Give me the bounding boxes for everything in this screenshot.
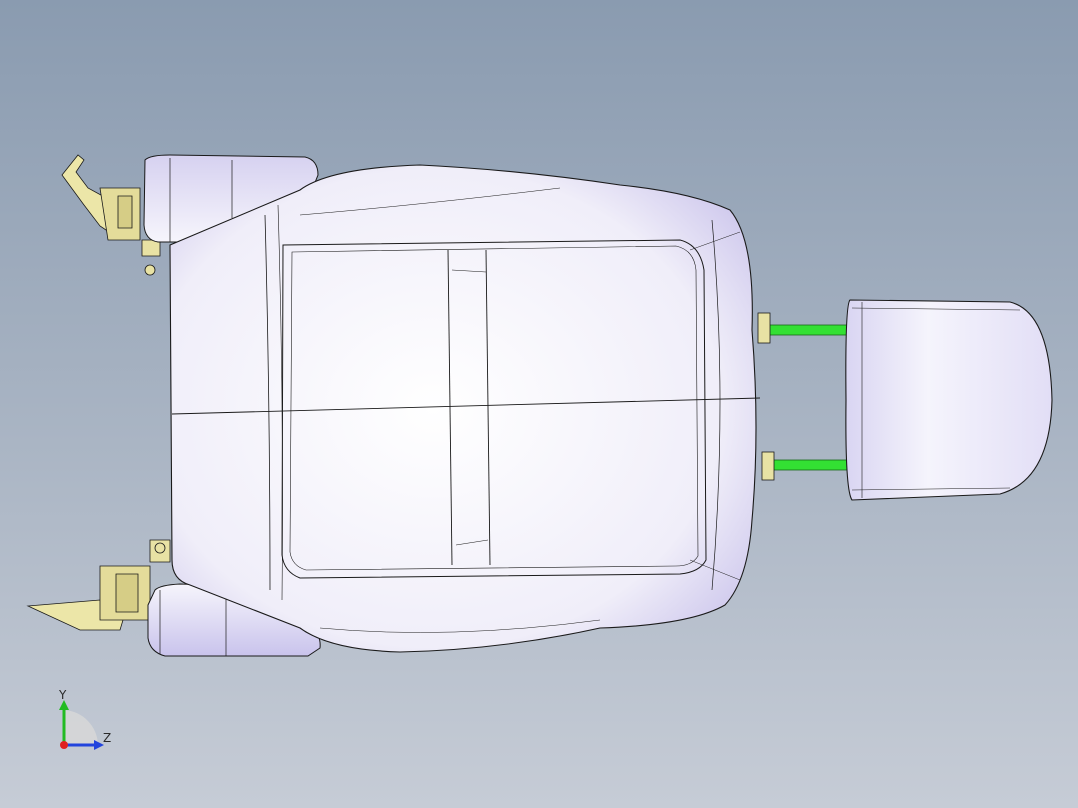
x-axis-dot [60,741,68,749]
y-axis-label: Y [59,688,67,702]
seat-cushion[interactable] [169,164,761,653]
cad-viewport[interactable]: Y Z [0,0,1078,808]
headrest[interactable] [845,299,1053,501]
seat-model[interactable] [0,0,1078,808]
headrest-posts[interactable] [757,312,851,481]
coordinate-triad [59,700,104,750]
z-axis-label: Z [103,731,112,745]
